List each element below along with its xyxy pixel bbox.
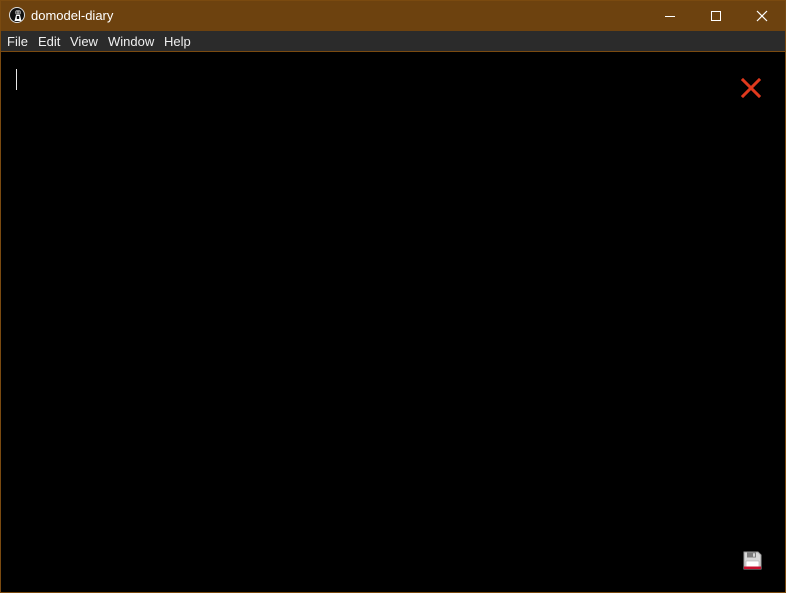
text-caret bbox=[16, 69, 17, 90]
menu-file[interactable]: File bbox=[7, 34, 28, 49]
menu-help[interactable]: Help bbox=[164, 34, 191, 49]
menu-window[interactable]: Window bbox=[108, 34, 154, 49]
floppy-disk-save-icon[interactable] bbox=[743, 551, 762, 570]
diary-app-icon bbox=[9, 7, 25, 23]
maximize-button[interactable] bbox=[693, 1, 739, 31]
close-icon bbox=[756, 10, 768, 22]
minimize-icon bbox=[665, 16, 675, 17]
app-window: domodel-diary File Edit View Window Help bbox=[0, 0, 786, 593]
window-title: domodel-diary bbox=[31, 8, 114, 23]
diary-editor[interactable] bbox=[1, 52, 785, 592]
title-bar[interactable]: domodel-diary bbox=[1, 1, 785, 31]
menu-edit[interactable]: Edit bbox=[38, 34, 60, 49]
menu-bar: File Edit View Window Help bbox=[1, 31, 785, 52]
maximize-icon bbox=[711, 11, 721, 21]
minimize-button[interactable] bbox=[647, 1, 693, 31]
red-x-close-icon[interactable] bbox=[741, 78, 761, 98]
menu-view[interactable]: View bbox=[70, 34, 98, 49]
close-window-button[interactable] bbox=[739, 1, 785, 31]
